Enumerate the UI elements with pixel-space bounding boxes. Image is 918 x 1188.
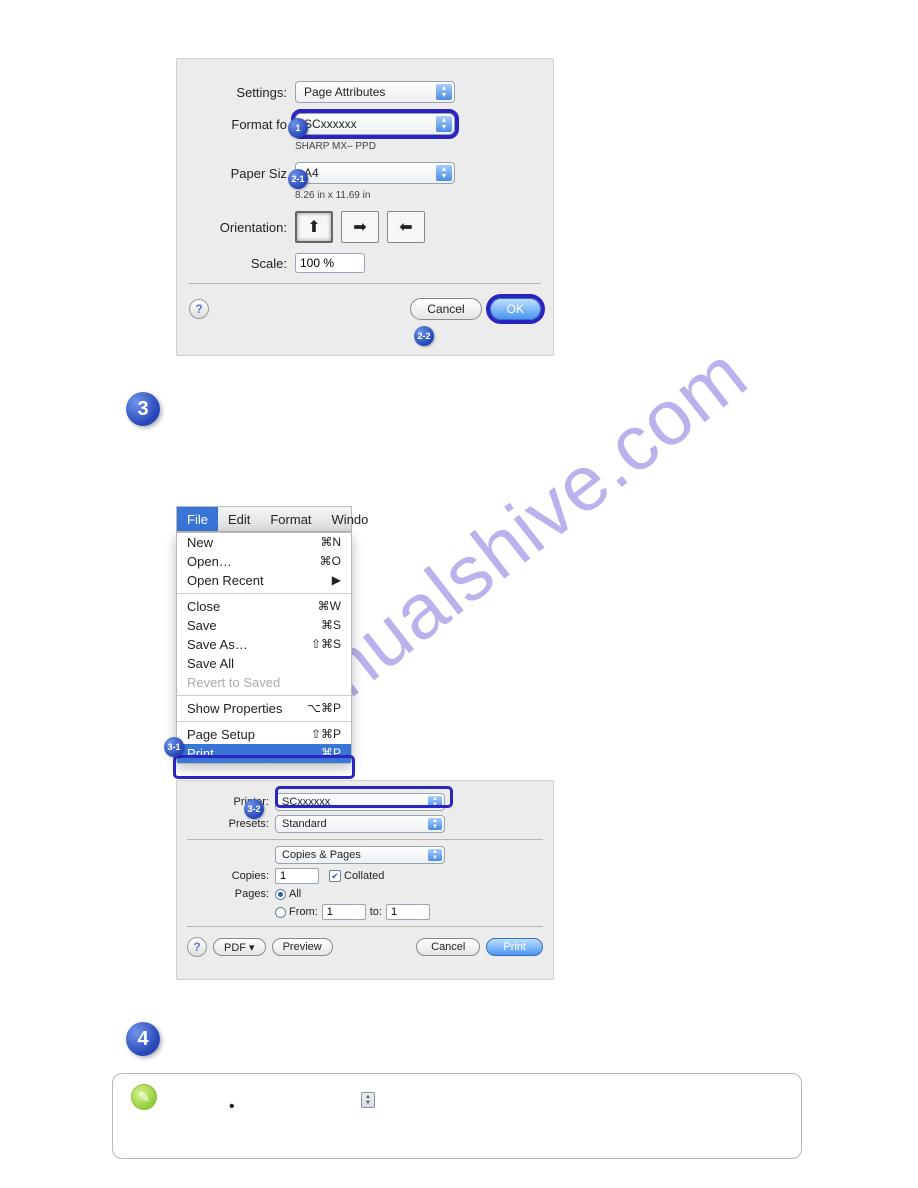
paper-size-select[interactable]: A4 ▲▼ bbox=[295, 162, 455, 184]
bullet-icon: • bbox=[229, 1098, 235, 1116]
collated-checkbox[interactable]: ✔ bbox=[329, 870, 341, 882]
menu-format[interactable]: Format bbox=[260, 507, 321, 531]
cancel-button[interactable]: Cancel bbox=[416, 938, 480, 956]
menu-edit[interactable]: Edit bbox=[218, 507, 260, 531]
landscape-icon: ➡ bbox=[353, 217, 366, 237]
preview-button[interactable]: Preview bbox=[272, 938, 333, 956]
presets-select[interactable]: Standard ▲▼ bbox=[275, 815, 445, 833]
to-input[interactable] bbox=[386, 904, 430, 920]
updown-icon: ▲▼ bbox=[436, 84, 452, 100]
pdf-button[interactable]: PDF ▾ bbox=[213, 938, 266, 956]
copies-input[interactable] bbox=[275, 868, 319, 884]
format-for-select[interactable]: SCxxxxxx ▲▼ bbox=[295, 113, 455, 135]
callout-1: 1 bbox=[288, 118, 308, 138]
step-3-bubble: 3 bbox=[126, 392, 160, 426]
print-button[interactable]: Print bbox=[486, 938, 543, 956]
callout-3-2: 3-2 bbox=[244, 799, 264, 819]
menu-window[interactable]: Windo bbox=[322, 507, 379, 531]
menu-item-page-setup[interactable]: Page Setup⇧⌘P bbox=[177, 725, 351, 744]
tip-icon: ✎ bbox=[131, 1084, 157, 1110]
menu-item-new[interactable]: New⌘N bbox=[177, 533, 351, 552]
presets-label: Presets: bbox=[177, 818, 269, 830]
menubar: File Edit Format Windo bbox=[176, 506, 352, 532]
collated-label: Collated bbox=[344, 870, 384, 882]
pane-select[interactable]: Copies & Pages ▲▼ bbox=[275, 846, 445, 864]
updown-icon: ▲▼ bbox=[361, 1092, 375, 1108]
print-menu-highlight bbox=[173, 755, 355, 779]
menu-item-save-all[interactable]: Save All bbox=[177, 654, 351, 673]
copies-label: Copies: bbox=[177, 870, 269, 882]
updown-icon: ▲▼ bbox=[436, 165, 452, 181]
menu-item-revert: Revert to Saved bbox=[177, 673, 351, 692]
scale-label: Scale: bbox=[177, 256, 287, 271]
file-menu-dropdown: New⌘N Open…⌘O Open Recent▶ Close⌘W Save⌘… bbox=[176, 532, 352, 764]
print-dialog: Printer: SCxxxxxx ▲▼ Presets: Standard ▲… bbox=[176, 780, 554, 980]
callout-3-1: 3-1 bbox=[164, 737, 184, 757]
menu-item-show-properties[interactable]: Show Properties⌥⌘P bbox=[177, 699, 351, 718]
scale-input[interactable] bbox=[295, 253, 365, 273]
step-4-bubble: 4 bbox=[126, 1022, 160, 1056]
menu-item-save-as[interactable]: Save As…⇧⌘S bbox=[177, 635, 351, 654]
cancel-button[interactable]: Cancel bbox=[410, 298, 481, 320]
menu-file[interactable]: File bbox=[177, 507, 218, 531]
pages-from-radio[interactable] bbox=[275, 907, 286, 918]
pages-all-label: All bbox=[289, 888, 301, 900]
settings-value: Page Attributes bbox=[304, 85, 385, 99]
pages-from-label: From: bbox=[289, 906, 318, 918]
updown-icon: ▲▼ bbox=[428, 849, 442, 861]
updown-icon: ▲▼ bbox=[428, 818, 442, 830]
format-for-value: SCxxxxxx bbox=[304, 117, 357, 131]
help-button[interactable]: ? bbox=[189, 299, 209, 319]
printer-driver-text: SHARP MX– PPD bbox=[295, 141, 553, 152]
callout-2-2: 2-2 bbox=[414, 326, 434, 346]
help-button[interactable]: ? bbox=[187, 937, 207, 957]
settings-label: Settings: bbox=[177, 85, 287, 100]
pane-value: Copies & Pages bbox=[282, 849, 361, 861]
updown-icon: ▲▼ bbox=[436, 116, 452, 132]
orientation-landscape-left[interactable]: ➡ bbox=[341, 211, 379, 243]
menu-item-close[interactable]: Close⌘W bbox=[177, 597, 351, 616]
format-for-label: Format fo bbox=[177, 117, 287, 132]
pages-to-label: to: bbox=[370, 906, 382, 918]
paper-dim-text: 8.26 in x 11.69 in bbox=[295, 190, 553, 201]
page-setup-dialog: Settings: Page Attributes ▲▼ Format fo S… bbox=[176, 58, 554, 356]
ok-button[interactable]: OK bbox=[490, 298, 541, 320]
presets-value: Standard bbox=[282, 818, 327, 830]
pages-all-radio[interactable] bbox=[275, 889, 286, 900]
pages-label: Pages: bbox=[177, 888, 269, 900]
menu-item-open-recent[interactable]: Open Recent▶ bbox=[177, 571, 351, 590]
orientation-label: Orientation: bbox=[177, 220, 287, 235]
menu-item-open[interactable]: Open…⌘O bbox=[177, 552, 351, 571]
orientation-portrait[interactable]: ⬆ bbox=[295, 211, 333, 243]
from-input[interactable] bbox=[322, 904, 366, 920]
menu-item-save[interactable]: Save⌘S bbox=[177, 616, 351, 635]
landscape-rev-icon: ⬅ bbox=[399, 217, 412, 237]
printer-select-highlight bbox=[275, 786, 453, 808]
paper-size-label: Paper Siz bbox=[177, 166, 287, 181]
callout-2-1: 2-1 bbox=[288, 169, 308, 189]
portrait-icon: ⬆ bbox=[307, 217, 320, 237]
settings-select[interactable]: Page Attributes ▲▼ bbox=[295, 81, 455, 103]
info-box: ✎ • ▲▼ bbox=[112, 1073, 802, 1159]
orientation-landscape-right[interactable]: ⬅ bbox=[387, 211, 425, 243]
